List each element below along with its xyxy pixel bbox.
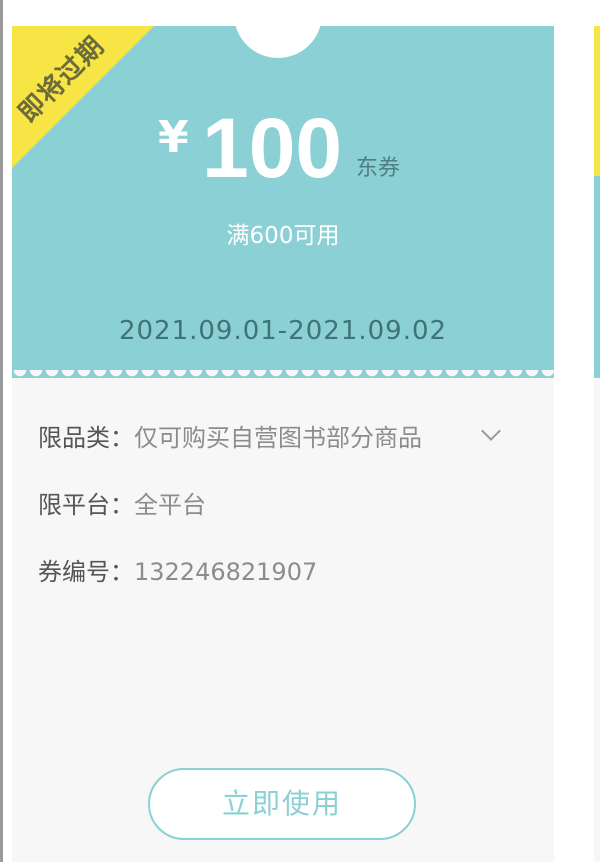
next-coupon-badge (594, 26, 600, 176)
coupon-page: 即将过期 ¥ 100 东券 满600可用 2021.09.01-2021.09.… (0, 0, 600, 862)
validity-date-range: 2021.09.01-2021.09.02 (118, 316, 448, 346)
detail-value: 仅可购买自营图书部分商品 (134, 424, 422, 452)
coupon-header: 即将过期 ¥ 100 东券 满600可用 2021.09.01-2021.09.… (12, 26, 554, 378)
use-now-button[interactable]: 立即使用 (148, 768, 416, 840)
chevron-down-icon[interactable] (481, 421, 501, 441)
detail-value: 132246821907 (134, 558, 318, 586)
currency-symbol: ¥ (158, 112, 189, 163)
detail-row-coupon-number: 券编号：132246821907 (38, 552, 538, 619)
next-coupon-card-edge[interactable] (594, 26, 600, 862)
detail-row-category[interactable]: 限品类：仅可购买自营图书部分商品 (38, 418, 538, 485)
coupon-details: 限品类：仅可购买自营图书部分商品 限平台：全平台 券编号：13224682190… (38, 418, 538, 619)
coupon-card: 即将过期 ¥ 100 东券 满600可用 2021.09.01-2021.09.… (12, 26, 554, 862)
usage-condition: 满600可用 (226, 223, 340, 249)
detail-value: 全平台 (134, 491, 206, 519)
coupon-unit: 东券 (356, 156, 401, 181)
detail-label: 限平台： (38, 491, 134, 519)
coupon-amount: 100 (202, 101, 343, 195)
detail-row-platform: 限平台：全平台 (38, 485, 538, 552)
amount-row: ¥ 100 东券 (12, 98, 554, 208)
left-edge-strip (0, 0, 3, 862)
detail-label: 券编号： (38, 558, 134, 586)
ticket-notch (234, 26, 322, 58)
detail-label: 限品类： (38, 424, 134, 452)
scallop-edge (12, 370, 554, 386)
